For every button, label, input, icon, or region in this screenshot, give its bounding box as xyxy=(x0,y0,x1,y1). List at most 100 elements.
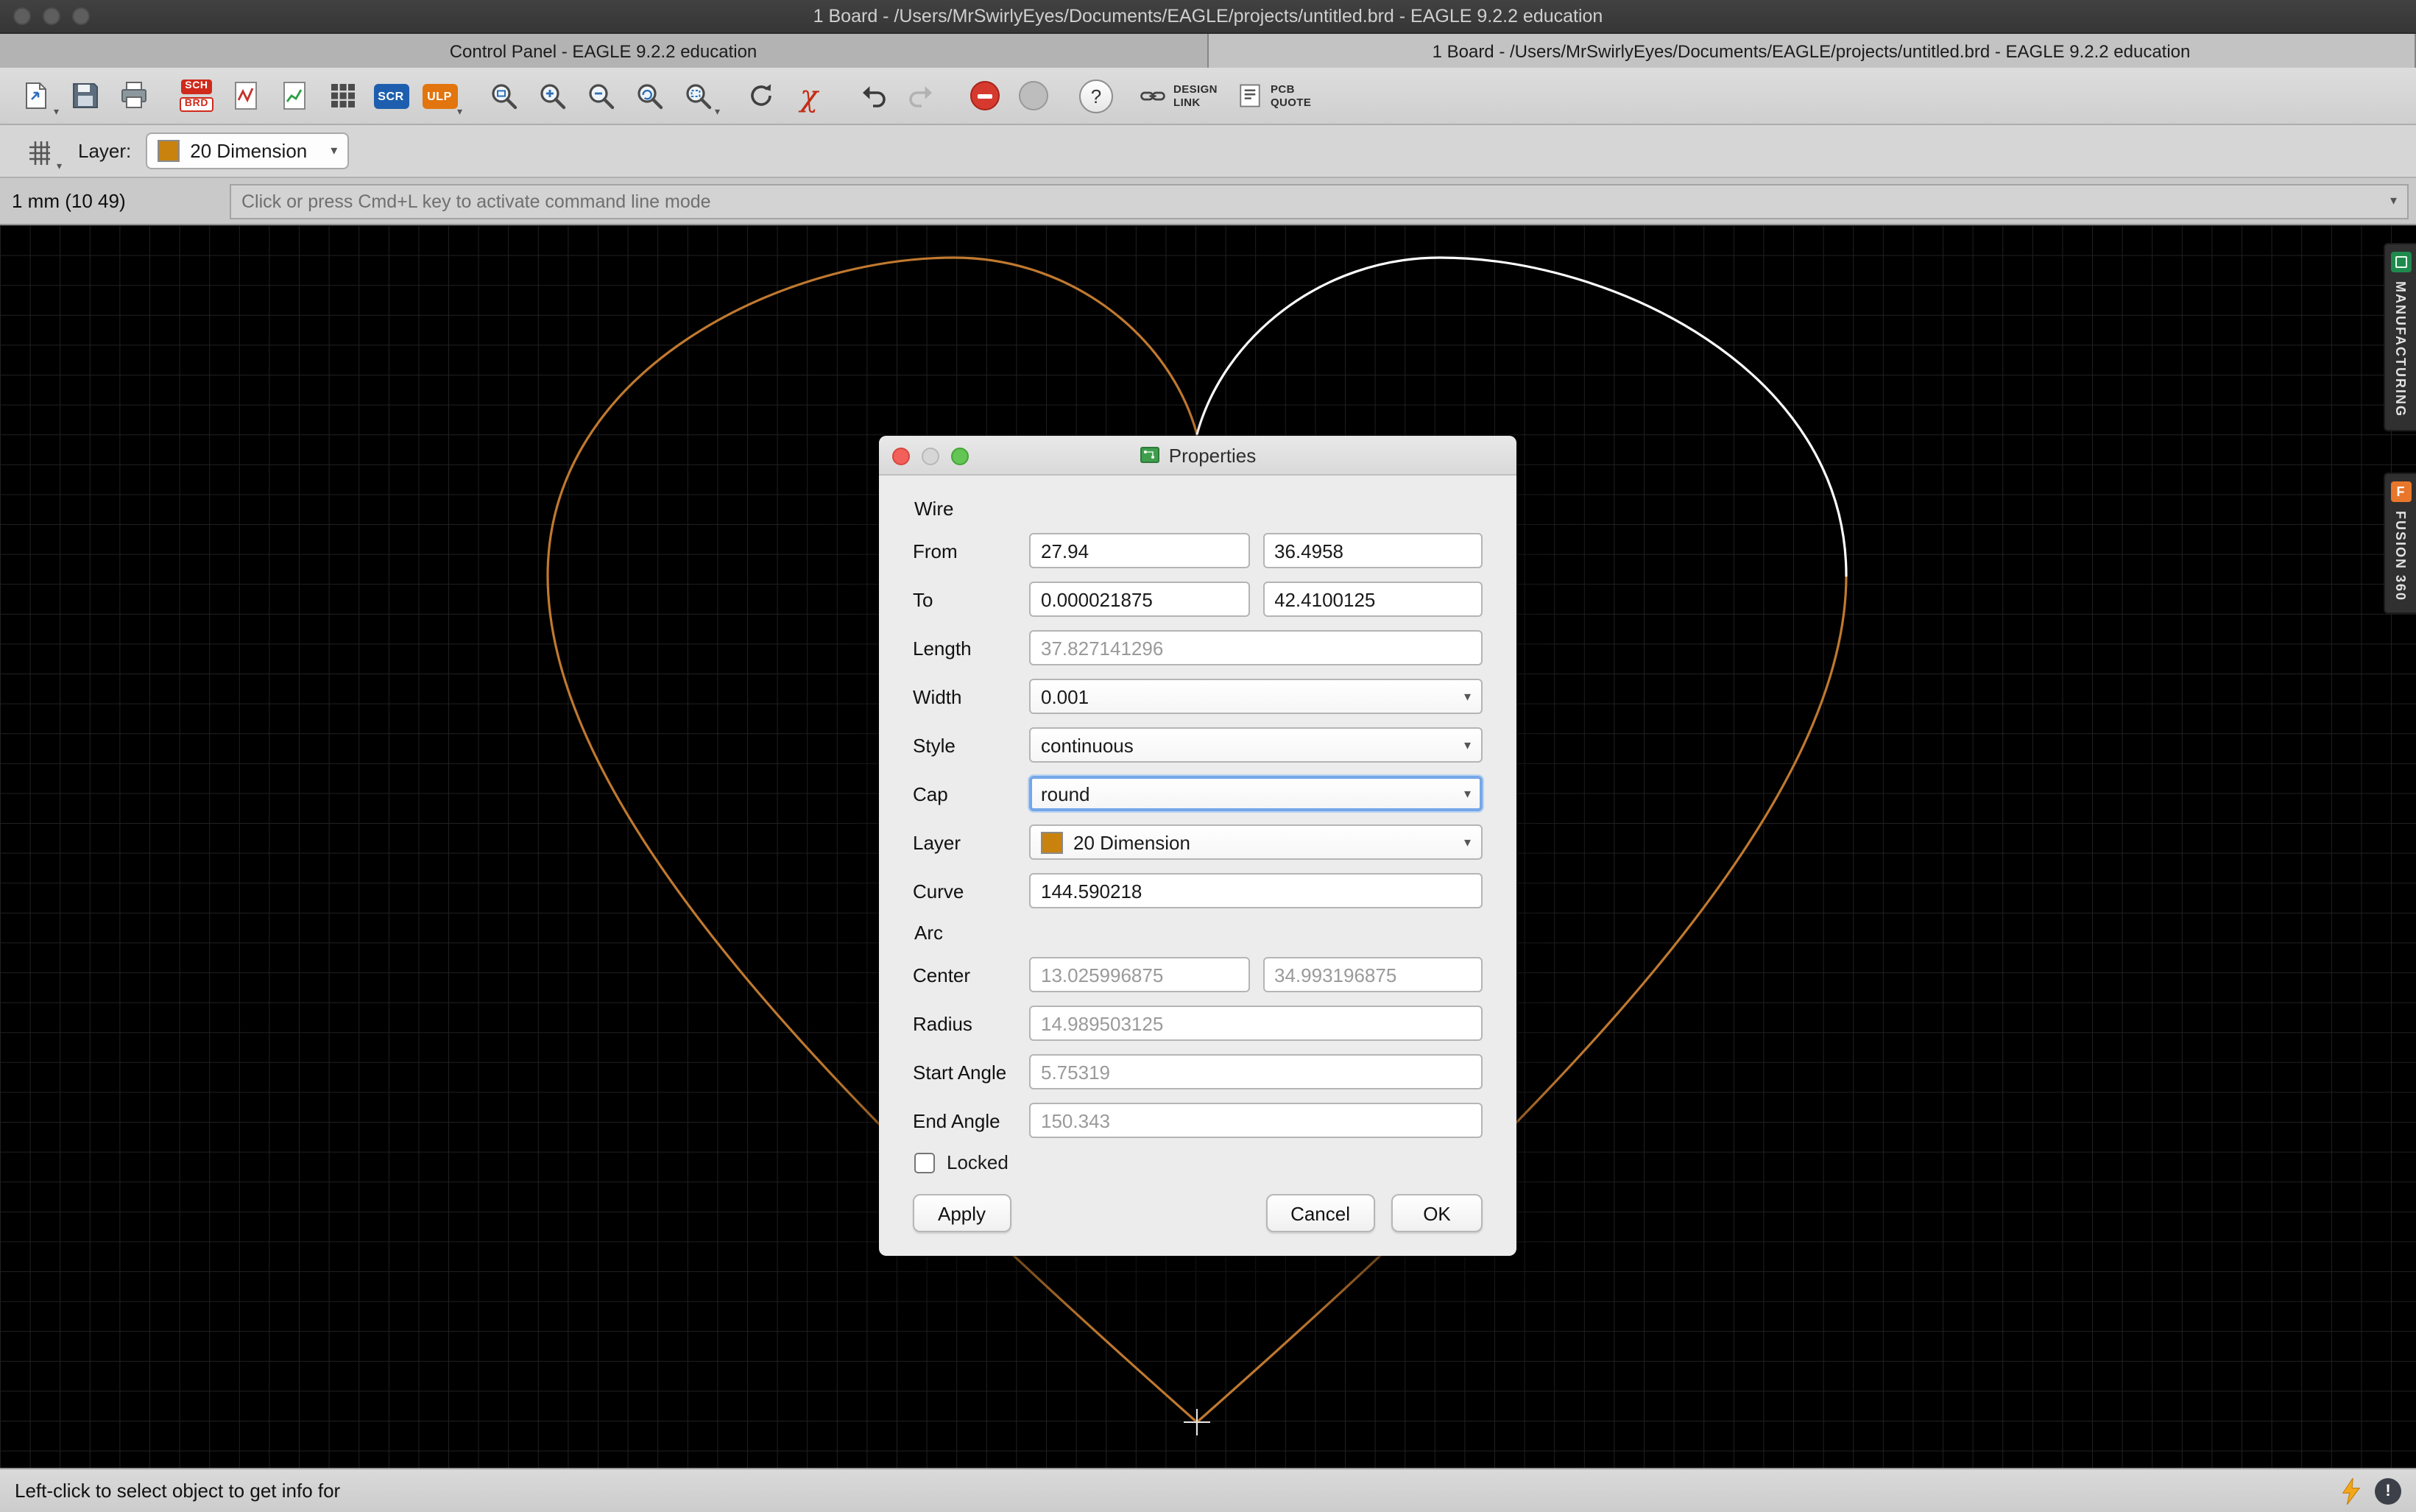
chevron-down-icon: ▾ xyxy=(1464,737,1471,753)
command-line-input[interactable] xyxy=(241,191,2390,211)
print-button[interactable] xyxy=(109,73,158,119)
cap-row: Cap round ▾ xyxy=(913,776,1483,811)
zoom-out-button[interactable] xyxy=(576,73,624,119)
minimize-button[interactable] xyxy=(43,7,60,25)
pcb-quote-button[interactable]: PCB QUOTE xyxy=(1235,81,1311,110)
zoom-fit-button[interactable] xyxy=(478,73,527,119)
sch-badge: SCH xyxy=(180,80,212,94)
tab-control-panel[interactable]: Control Panel - EAGLE 9.2.2 education xyxy=(0,34,1208,68)
center-label: Center xyxy=(913,964,1029,986)
chevron-down-icon: ▾ xyxy=(54,107,59,117)
curve-input[interactable] xyxy=(1029,873,1483,908)
from-row: From xyxy=(913,533,1483,568)
undo-arrow-icon xyxy=(856,80,889,112)
go-icon xyxy=(1018,81,1048,110)
dialog-layer-select[interactable]: 20 Dimension ▾ xyxy=(1029,824,1483,860)
grid-settings-button[interactable]: ▾ xyxy=(15,128,63,174)
from-y-input[interactable] xyxy=(1262,533,1483,568)
stop-icon xyxy=(969,81,999,110)
curve-label: Curve xyxy=(913,880,1029,902)
redo-button[interactable] xyxy=(897,73,945,119)
chevron-down-icon: ▾ xyxy=(2390,193,2397,209)
width-row: Width 0.001 ▾ xyxy=(913,679,1483,714)
go-button[interactable] xyxy=(1009,73,1057,119)
cancel-button[interactable]: Cancel xyxy=(1265,1194,1375,1232)
zoom-select-button[interactable]: ▾ xyxy=(673,73,721,119)
start-angle-input xyxy=(1029,1054,1483,1089)
width-label: Width xyxy=(913,685,1029,707)
switch-to-schematic-button[interactable]: SCH BRD xyxy=(172,73,221,119)
window-title: 1 Board - /Users/MrSwirlyEyes/Documents/… xyxy=(813,6,1603,27)
coordinate-display: 1 mm (10 49) xyxy=(12,190,215,212)
manufacturing-panel[interactable]: MANUFACTURING xyxy=(2384,243,2416,431)
design-link-button[interactable]: DESIGN LINK xyxy=(1138,81,1218,110)
run-ulp-button[interactable]: ULP ▾ xyxy=(415,73,464,119)
run-script-button[interactable]: SCR xyxy=(367,73,415,119)
dialog-close-button[interactable] xyxy=(892,448,910,465)
locked-checkbox[interactable] xyxy=(914,1152,935,1173)
dialog-buttons: Apply Cancel OK xyxy=(913,1194,1483,1232)
ok-button[interactable]: OK xyxy=(1391,1194,1483,1232)
zoom-select-icon xyxy=(681,80,713,112)
chevron-down-icon: ▾ xyxy=(1464,834,1471,850)
fusion-360-panel[interactable]: F FUSION 360 xyxy=(2384,472,2416,614)
to-x-input[interactable] xyxy=(1029,582,1249,617)
chi-cancel-icon: χ xyxy=(800,81,818,110)
radius-row: Radius xyxy=(913,1006,1483,1041)
drc-button[interactable] xyxy=(269,73,318,119)
dialog-titlebar[interactable]: Properties xyxy=(879,436,1516,476)
cam-chart-icon xyxy=(229,80,261,112)
close-button[interactable] xyxy=(13,7,31,25)
main-toolbar: ▾ SCH BRD SCR ULP ▾ xyxy=(0,68,2416,125)
dialog-body: Wire From To Length xyxy=(879,476,1516,1256)
radius-label: Radius xyxy=(913,1012,1029,1034)
tab-board-label: 1 Board - /Users/MrSwirlyEyes/Documents/… xyxy=(1418,40,2205,61)
center-row: Center xyxy=(913,957,1483,992)
zoom-fit-icon xyxy=(487,80,519,112)
layer-select[interactable]: 20 Dimension ▾ xyxy=(146,133,349,169)
sch-brd-icon: SCH BRD xyxy=(180,80,213,112)
eagle-window: 1 Board - /Users/MrSwirlyEyes/Documents/… xyxy=(0,0,2416,1512)
width-select[interactable]: 0.001 ▾ xyxy=(1029,679,1483,714)
layer-select-value: 20 Dimension xyxy=(190,140,307,162)
redo-arrow-icon xyxy=(905,80,937,112)
open-board-button[interactable]: ▾ xyxy=(12,73,60,119)
redraw-button[interactable] xyxy=(736,73,785,119)
length-row: Length xyxy=(913,630,1483,665)
to-y-input[interactable] xyxy=(1262,582,1483,617)
from-x-input[interactable] xyxy=(1029,533,1249,568)
alert-icon[interactable]: ! xyxy=(2375,1477,2401,1504)
cam-processor-button[interactable] xyxy=(221,73,269,119)
dialog-layer-label: Layer xyxy=(913,831,1029,853)
layer-toolbar: ▾ Layer: 20 Dimension ▾ xyxy=(0,125,2416,178)
tab-board[interactable]: 1 Board - /Users/MrSwirlyEyes/Documents/… xyxy=(1208,34,2416,68)
lightning-bolt-icon[interactable] xyxy=(2341,1477,2362,1504)
dialog-layer-select-value: 20 Dimension xyxy=(1073,831,1190,853)
zoom-in-button[interactable] xyxy=(527,73,576,119)
cap-select[interactable]: round ▾ xyxy=(1029,776,1483,811)
board-canvas[interactable]: MANUFACTURING F FUSION 360 Properties Wi… xyxy=(0,225,2416,1468)
chevron-down-icon: ▾ xyxy=(331,143,337,159)
zoom-redraw-button[interactable] xyxy=(624,73,673,119)
from-label: From xyxy=(913,540,1029,562)
tab-bar: Control Panel - EAGLE 9.2.2 education 1 … xyxy=(0,34,2416,68)
cancel-command-button[interactable]: χ xyxy=(785,73,833,119)
dialog-zoom-button[interactable] xyxy=(951,448,969,465)
zoom-out-icon xyxy=(584,80,616,112)
dialog-minimize-button[interactable] xyxy=(922,448,939,465)
style-select[interactable]: continuous ▾ xyxy=(1029,727,1483,763)
zoom-button[interactable] xyxy=(72,7,90,25)
fab-view-button[interactable] xyxy=(318,73,367,119)
radius-input xyxy=(1029,1006,1483,1041)
apply-button[interactable]: Apply xyxy=(913,1194,1011,1232)
board-doc-icon xyxy=(1140,445,1160,465)
brd-badge: BRD xyxy=(180,97,213,111)
cap-select-value: round xyxy=(1041,783,1090,805)
fusion-360-icon: F xyxy=(2390,481,2411,501)
stop-button[interactable] xyxy=(960,73,1009,119)
save-button[interactable] xyxy=(60,73,109,119)
undo-button[interactable] xyxy=(848,73,897,119)
help-button[interactable]: ? xyxy=(1072,73,1120,119)
command-line[interactable]: ▾ xyxy=(230,183,2409,219)
drc-chart-icon xyxy=(278,80,310,112)
